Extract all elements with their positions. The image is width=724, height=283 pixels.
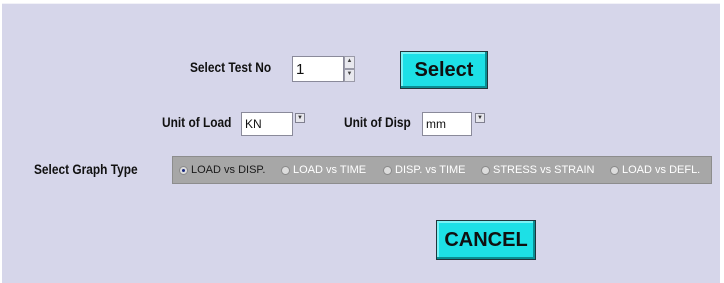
graph-type-label: Select Graph Type — [34, 161, 138, 177]
unit-of-disp-field[interactable]: mm — [422, 112, 472, 136]
radio-label: DISP. vs TIME — [395, 164, 466, 176]
radio-disp-vs-time[interactable]: DISP. vs TIME — [383, 164, 466, 176]
radio-empty-icon — [610, 165, 619, 175]
radio-load-vs-time[interactable]: LOAD vs TIME — [281, 164, 366, 176]
cancel-button[interactable]: CANCEL — [436, 220, 536, 260]
radio-empty-icon — [481, 165, 490, 175]
radio-empty-icon — [383, 165, 392, 175]
spinner-down-icon[interactable]: ▼ — [344, 69, 355, 82]
radio-load-vs-disp[interactable]: LOAD vs DISP. — [179, 164, 265, 176]
test-number-spinner[interactable]: ▲ ▼ — [344, 56, 355, 82]
radio-label: LOAD vs TIME — [293, 164, 367, 176]
spinner-up-icon[interactable]: ▲ — [344, 56, 355, 69]
test-number-input[interactable]: 1 — [292, 56, 344, 82]
dropdown-arrow-icon[interactable]: ▼ — [295, 113, 305, 123]
radio-label: LOAD vs DEFL. — [622, 164, 701, 176]
radio-label: STRESS vs STRAIN — [493, 164, 595, 176]
radio-label: LOAD vs DISP. — [191, 164, 266, 176]
radio-empty-icon — [281, 165, 290, 175]
select-test-label: Select Test No — [190, 59, 272, 75]
unit-of-load-label: Unit of Load — [162, 114, 232, 130]
unit-of-load-field[interactable]: KN — [241, 112, 293, 136]
dialog-panel: Select Test No 1 ▲ ▼ Select Unit of Load… — [2, 3, 720, 283]
unit-of-disp-label: Unit of Disp — [344, 114, 411, 130]
radio-load-vs-defl[interactable]: LOAD vs DEFL. — [610, 164, 700, 176]
graph-type-radio-group: LOAD vs DISP. LOAD vs TIME DISP. vs TIME… — [172, 156, 712, 184]
select-button[interactable]: Select — [400, 51, 488, 89]
dropdown-arrow-icon[interactable]: ▼ — [475, 113, 485, 123]
radio-stress-vs-strain[interactable]: STRESS vs STRAIN — [481, 164, 594, 176]
radio-selected-icon — [179, 165, 188, 175]
